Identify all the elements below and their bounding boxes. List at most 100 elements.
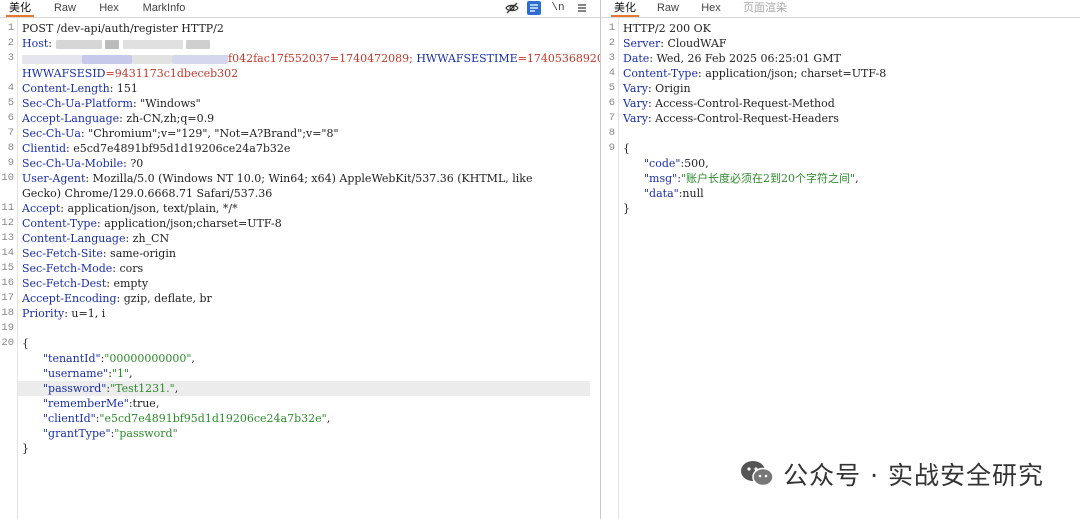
wrap-lines-icon[interactable] xyxy=(527,1,541,15)
plain-text: { xyxy=(623,142,630,155)
plain-text: Gecko) Chrome/129.0.6668.71 Safari/537.3… xyxy=(22,187,273,200)
plain-text: POST /dev-api/auth/register HTTP/2 xyxy=(22,22,224,35)
line-number xyxy=(0,186,14,201)
code-line: Server: CloudWAF xyxy=(623,36,1076,51)
code-line: Content-Type: application/json;charset=U… xyxy=(22,216,596,231)
header-value: : CloudWAF xyxy=(660,37,727,50)
line-number: 4 xyxy=(7,82,14,94)
line-number: 3 xyxy=(7,52,14,64)
line-number: 19 xyxy=(1,322,14,334)
json-key: "username" xyxy=(42,367,109,380)
header-name: Accept-Encoding xyxy=(22,292,117,305)
header-name: Vary xyxy=(623,82,648,95)
response-tab-pretty[interactable]: 美化 xyxy=(611,0,639,17)
request-tab-raw[interactable]: Raw xyxy=(50,0,80,17)
request-tab-hex[interactable]: Hex xyxy=(94,0,124,17)
json-key: "msg" xyxy=(643,172,678,185)
header-name: Date xyxy=(623,52,650,65)
json-key: "grantType" xyxy=(42,427,111,440)
menu-icon[interactable] xyxy=(575,1,589,15)
code-line: Content-Type: application/json; charset=… xyxy=(623,66,1076,81)
line-number: 12 xyxy=(1,217,14,229)
code-line: Content-Length: 151 xyxy=(22,81,596,96)
json-punct: , xyxy=(129,367,133,380)
request-tabbar: 美化 Raw Hex MarkInfo \n xyxy=(0,0,600,18)
header-name: Host xyxy=(22,37,49,50)
json-value: "password" xyxy=(114,427,178,440)
json-key: "data" xyxy=(643,187,679,200)
line-number xyxy=(0,66,14,81)
show-newlines-button[interactable]: \n xyxy=(550,0,566,17)
code-line: Sec-Ch-Ua-Mobile: ?0 xyxy=(22,156,596,171)
response-tab-render[interactable]: 页面渲染 xyxy=(740,0,790,17)
line-number: 16 xyxy=(1,277,14,289)
code-line: "password":"Test1231.", xyxy=(42,382,179,395)
cookie-name: HWWAFSESID xyxy=(22,67,106,80)
plain-text: { xyxy=(22,337,29,350)
header-name: Server xyxy=(623,37,661,50)
response-tab-raw[interactable]: Raw xyxy=(653,0,683,17)
header-value: : 151 xyxy=(109,82,138,95)
header-name: Content-Type xyxy=(623,67,698,80)
code-line: Sec-Fetch-Site: same-origin xyxy=(22,246,596,261)
json-key: "tenantId" xyxy=(42,352,101,365)
code-line: HTTP/2 200 OK xyxy=(623,21,1076,36)
header-name: Accept-Language xyxy=(22,112,120,125)
cookie-value: f042fac17f552037=1740472089; xyxy=(228,52,417,65)
wechat-icon xyxy=(741,461,774,487)
line-number: 6 xyxy=(7,112,14,124)
json-value: "1" xyxy=(111,367,130,380)
request-tab-pretty[interactable]: 美化 xyxy=(6,0,34,17)
line-number xyxy=(0,366,14,381)
response-tab-hex[interactable]: Hex xyxy=(696,0,726,17)
header-name: Content-Language xyxy=(22,232,126,245)
code-line: Date: Wed, 26 Feb 2025 06:25:01 GMT xyxy=(623,51,1076,66)
line-number: 13 xyxy=(1,232,14,244)
header-name: Sec-Ch-Ua-Platform xyxy=(22,97,133,110)
code-line: Sec-Ch-Ua-Platform: "Windows" xyxy=(22,96,596,111)
header-value: : Mozilla/5.0 (Windows NT 10.0; Win64; x… xyxy=(85,172,533,185)
json-key: "clientId" xyxy=(42,412,96,425)
header-name: Sec-Fetch-Dest xyxy=(22,277,107,290)
line-number: 5 xyxy=(7,97,14,109)
header-name: Sec-Ch-Ua-Mobile xyxy=(22,157,124,170)
plain-text: HTTP/2 200 OK xyxy=(623,22,711,35)
code-line: "tenantId":"00000000000", xyxy=(42,352,195,365)
header-value: : gzip, deflate, br xyxy=(116,292,212,305)
json-punct: , xyxy=(326,412,331,425)
header-name: Accept xyxy=(22,202,61,215)
header-value: : application/json; charset=UTF-8 xyxy=(698,67,887,80)
header-name: Vary xyxy=(623,97,648,110)
code-line: Sec-Fetch-Dest: empty xyxy=(22,276,596,291)
line-number: 18 xyxy=(1,307,14,319)
json-key: "password" xyxy=(42,382,107,395)
line-number: 3 xyxy=(608,52,615,64)
json-key: "rememberMe" xyxy=(42,397,129,410)
request-tab-markinfo[interactable]: MarkInfo xyxy=(136,0,192,17)
header-value: : cors xyxy=(112,262,144,275)
line-number: 15 xyxy=(1,262,14,274)
header-name: Sec-Fetch-Mode xyxy=(22,262,113,275)
line-number xyxy=(0,351,14,366)
code-line: "clientId":"e5cd7e4891bf95d1d19206ce24a7… xyxy=(42,412,331,425)
line-number xyxy=(601,201,615,216)
header-name: User-Agent xyxy=(22,172,86,185)
json-punct: , xyxy=(855,172,859,185)
eye-off-icon[interactable] xyxy=(505,1,519,15)
line-number: 8 xyxy=(7,142,14,154)
json-value: null xyxy=(682,187,704,200)
cookie-name: HWWAFSESTIME xyxy=(416,52,518,65)
header-value: : Access-Control-Request-Method xyxy=(647,97,835,110)
watermark: 公众号 · 实战安全研究 xyxy=(739,454,1044,494)
code-line: Content-Language: zh_CN xyxy=(22,231,596,246)
json-punct: , xyxy=(705,157,709,170)
code-line: "code":500, xyxy=(643,157,709,170)
code-line: "rememberMe":true, xyxy=(42,397,160,410)
cookie-value: =1740536892092; xyxy=(517,52,600,65)
json-key: "code" xyxy=(643,157,681,170)
code-line: User-Agent: Mozilla/5.0 (Windows NT 10.0… xyxy=(22,171,596,186)
line-number: 9 xyxy=(7,157,14,169)
redacted-cookie xyxy=(22,52,228,65)
